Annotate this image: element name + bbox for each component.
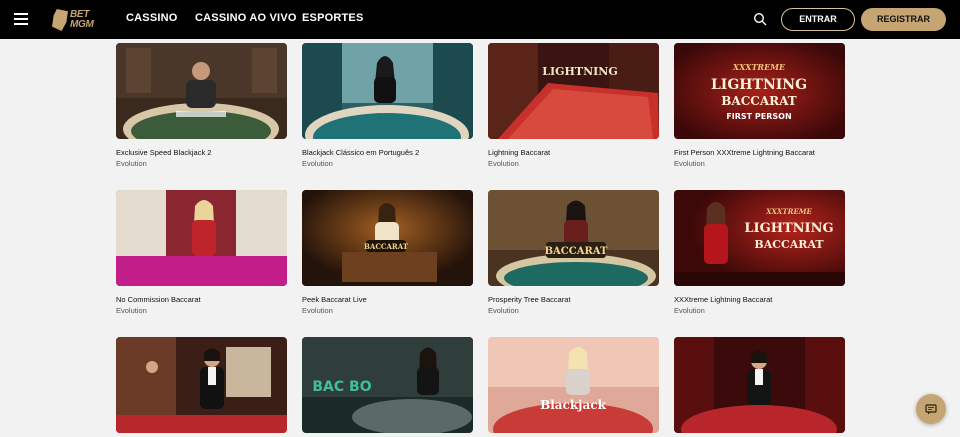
game-provider: Evolution: [674, 159, 705, 168]
nav-cassino-ao-vivo[interactable]: CASSINO AO VIVO: [195, 12, 297, 24]
game-card[interactable]: BAC BO: [302, 337, 473, 433]
lightning-logo-text: LIGHTNING: [744, 221, 833, 236]
chat-icon: [925, 403, 937, 414]
game-thumbnail[interactable]: Blackjack: [488, 337, 659, 433]
search-icon[interactable]: [753, 12, 767, 26]
top-header: BET MGM CASSINO CASSINO AO VIVO ESPORTES…: [0, 0, 960, 39]
game-thumbnail[interactable]: LIGHTNING: [488, 43, 659, 139]
game-provider: Evolution: [488, 306, 519, 315]
baccarat-logo-text: BACCARAT: [545, 246, 608, 257]
game-thumbnail[interactable]: [116, 190, 287, 286]
game-thumbnail[interactable]: [116, 337, 287, 433]
game-card[interactable]: Exclusive Speed Blackjack 2 Evolution: [116, 43, 287, 168]
game-provider: Evolution: [674, 306, 705, 315]
lion-icon: [52, 9, 68, 31]
game-card[interactable]: Blackjack Clássico em Português 2 Evolut…: [302, 43, 473, 168]
game-provider: Evolution: [302, 159, 333, 168]
game-thumbnail[interactable]: XXXTREME LIGHTNING BACCARAT: [674, 190, 845, 286]
game-provider: Evolution: [116, 306, 147, 315]
nav-cassino[interactable]: CASSINO: [126, 12, 178, 24]
first-person-text: FIRST PERSON: [726, 112, 791, 121]
game-provider: Evolution: [302, 306, 333, 315]
game-card[interactable]: XXXTREME LIGHTNING BACCARAT FIRST PERSON…: [674, 43, 845, 168]
baccarat-logo-text: BACCARAT: [721, 94, 796, 108]
game-title: Prosperity Tree Baccarat: [488, 295, 571, 304]
menu-icon[interactable]: [14, 13, 28, 25]
chat-button[interactable]: [916, 394, 946, 424]
logo-text: BET MGM: [70, 10, 94, 30]
game-thumbnail[interactable]: XXXTREME LIGHTNING BACCARAT FIRST PERSON: [674, 43, 845, 139]
game-provider: Evolution: [488, 159, 519, 168]
blackjack-logo-text: Blackjack: [540, 398, 607, 412]
game-title: Peek Baccarat Live: [302, 295, 367, 304]
game-thumbnail[interactable]: [302, 43, 473, 139]
game-thumbnail[interactable]: BACCARAT: [488, 190, 659, 286]
game-title: XXXtreme Lightning Baccarat: [674, 295, 773, 304]
game-card[interactable]: [674, 337, 845, 433]
game-card[interactable]: XXXTREME LIGHTNING BACCARAT XXXtreme Lig…: [674, 190, 845, 315]
logo-text-line2: MGM: [70, 19, 94, 30]
register-button[interactable]: REGISTRAR: [861, 8, 946, 31]
game-card[interactable]: BACCARAT Prosperity Tree Baccarat Evolut…: [488, 190, 659, 315]
game-title: Exclusive Speed Blackjack 2: [116, 148, 212, 157]
baccarat-logo-text: BACCARAT: [364, 242, 409, 251]
lightning-logo-text: LIGHTNING: [542, 65, 618, 78]
game-card[interactable]: No Commission Baccarat Evolution: [116, 190, 287, 315]
game-thumbnail[interactable]: [674, 337, 845, 433]
betmgm-logo[interactable]: BET MGM: [52, 8, 102, 32]
lightning-logo-text: LIGHTNING: [711, 77, 807, 93]
game-title: Blackjack Clássico em Português 2: [302, 148, 420, 157]
game-thumbnail[interactable]: [116, 43, 287, 139]
login-button[interactable]: ENTRAR: [781, 8, 855, 31]
game-provider: Evolution: [116, 159, 147, 168]
game-card[interactable]: LIGHTNING Lightning Baccarat Evolution: [488, 43, 659, 168]
xxxtreme-text: XXXTREME: [765, 207, 812, 216]
baccarat-logo-text: BACCARAT: [754, 238, 824, 251]
xxxtreme-text: XXXTREME: [732, 62, 786, 72]
game-thumbnail[interactable]: BACCARAT: [302, 190, 473, 286]
game-thumbnail[interactable]: BAC BO: [302, 337, 473, 433]
game-title: No Commission Baccarat: [116, 295, 201, 304]
game-card[interactable]: Blackjack: [488, 337, 659, 433]
nav-esportes[interactable]: ESPORTES: [302, 12, 364, 24]
bac-bo-logo-text: BAC BO: [312, 379, 371, 395]
game-card[interactable]: BACCARAT Peek Baccarat Live Evolution: [302, 190, 473, 315]
game-title: Lightning Baccarat: [488, 148, 551, 157]
game-title: First Person XXXtreme Lightning Baccarat: [674, 148, 815, 157]
game-card[interactable]: [116, 337, 287, 433]
